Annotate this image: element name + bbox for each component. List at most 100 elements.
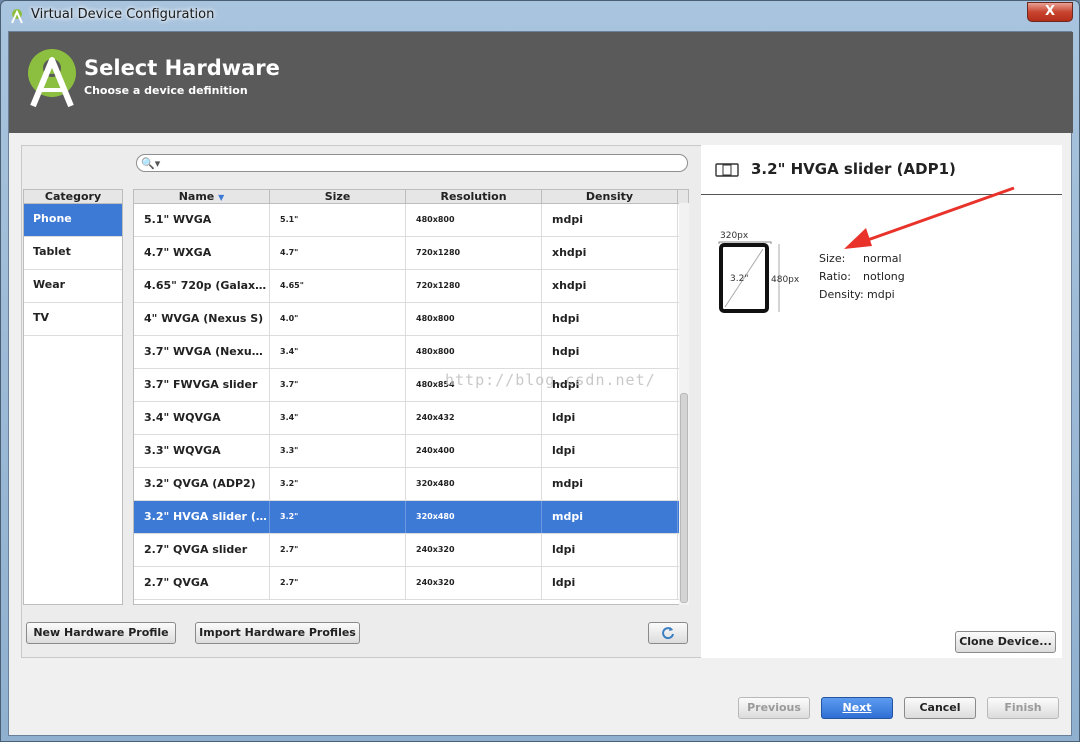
device-name-cell: 3.7" FWVGA slider: [134, 369, 270, 401]
wizard-header: Select Hardware Choose a device definiti…: [9, 32, 1073, 133]
device-icon: [715, 163, 739, 177]
search-input[interactable]: 🔍▾: [136, 154, 688, 172]
column-header-name[interactable]: Name ▼: [134, 190, 270, 203]
device-density-cell: mdpi: [542, 204, 678, 236]
device-name-cell: 2.7" QVGA: [134, 567, 270, 599]
device-resolution-cell: 480x800: [406, 204, 542, 236]
close-button[interactable]: X: [1027, 2, 1073, 22]
device-density-cell: ldpi: [542, 435, 678, 467]
ratio-label: Ratio:: [819, 270, 851, 283]
device-resolution-cell: 480x854: [406, 369, 542, 401]
device-size-cell: 3.3": [270, 435, 406, 467]
table-row[interactable]: 2.7" QVGA 2.7" 240x320 ldpi: [134, 567, 688, 600]
table-row[interactable]: 3.7" FWVGA slider 3.7" 480x854 hdpi: [134, 369, 688, 402]
device-size-cell: 2.7": [270, 567, 406, 599]
new-hardware-profile-button[interactable]: New Hardware Profile: [26, 622, 176, 644]
device-table: Name ▼ Size Resolution Density 5.1" WVGA…: [133, 189, 689, 605]
category-header: Category: [24, 190, 122, 204]
device-name-cell: 3.4" WQVGA: [134, 402, 270, 434]
device-resolution-cell: 320x480: [406, 501, 542, 533]
device-density-cell: mdpi: [542, 501, 678, 533]
column-header-density[interactable]: Density: [542, 190, 678, 203]
device-name-cell: 2.7" QVGA slider: [134, 534, 270, 566]
finish-button[interactable]: Finish: [987, 697, 1059, 719]
device-name-cell: 4" WVGA (Nexus S): [134, 303, 270, 335]
device-density-cell: ldpi: [542, 402, 678, 434]
category-item-tv[interactable]: TV: [24, 303, 122, 336]
device-resolution-cell: 320x480: [406, 468, 542, 500]
device-resolution-cell: 240x400: [406, 435, 542, 467]
table-scrollbar[interactable]: [679, 203, 689, 605]
clone-device-button[interactable]: Clone Device...: [955, 631, 1056, 653]
table-row[interactable]: 2.7" QVGA slider 2.7" 240x320 ldpi: [134, 534, 688, 567]
title-bar: Virtual Device Configuration X: [1, 1, 1079, 31]
device-name-cell: 4.65" 720p (Galaxy ...: [134, 270, 270, 302]
device-resolution-cell: 240x320: [406, 534, 542, 566]
device-name-cell: 3.2" HVGA slider (A...: [134, 501, 270, 533]
category-item-tablet[interactable]: Tablet: [24, 237, 122, 270]
table-header: Name ▼ Size Resolution Density: [134, 190, 688, 204]
density-value: mdpi: [867, 288, 895, 301]
column-header-resolution[interactable]: Resolution: [406, 190, 542, 203]
device-size-cell: 3.7": [270, 369, 406, 401]
device-size-cell: 2.7": [270, 534, 406, 566]
table-row[interactable]: 3.7" WVGA (Nexus ... 3.4" 480x800 hdpi: [134, 336, 688, 369]
device-resolution-cell: 720x1280: [406, 237, 542, 269]
table-row[interactable]: 3.3" WQVGA 3.3" 240x400 ldpi: [134, 435, 688, 468]
device-size-cell: 4.65": [270, 270, 406, 302]
category-item-phone[interactable]: Phone: [24, 204, 122, 237]
device-name-cell: 3.7" WVGA (Nexus ...: [134, 336, 270, 368]
device-size-cell: 4.0": [270, 303, 406, 335]
device-density-cell: ldpi: [542, 534, 678, 566]
red-arrow-annotation: [844, 186, 1015, 249]
refresh-icon: [662, 627, 674, 640]
screen-width-label: 320px: [720, 231, 749, 241]
sort-desc-icon: ▼: [218, 193, 225, 202]
table-row[interactable]: 4.65" 720p (Galaxy ... 4.65" 720x1280 xhdpi: [134, 270, 688, 303]
density-label: Density:: [819, 288, 864, 301]
device-name-cell: 3.2" QVGA (ADP2): [134, 468, 270, 500]
table-row[interactable]: 3.4" WQVGA 3.4" 240x432 ldpi: [134, 402, 688, 435]
search-icon: 🔍▾: [141, 157, 161, 170]
device-density-cell: ldpi: [542, 567, 678, 599]
device-density-cell: xhdpi: [542, 237, 678, 269]
table-body: 5.1" WVGA 5.1" 480x800 mdpi 4.7" WXGA 4.7" 720…: [134, 204, 688, 600]
window-title: Virtual Device Configuration: [31, 7, 215, 22]
table-row[interactable]: 3.2" QVGA (ADP2) 3.2" 320x480 mdpi: [134, 468, 688, 501]
device-density-cell: hdpi: [542, 303, 678, 335]
dialog-client: Select Hardware Choose a device definiti…: [8, 31, 1073, 736]
device-resolution-cell: 240x432: [406, 402, 542, 434]
device-size-cell: 3.2": [270, 501, 406, 533]
device-density-cell: hdpi: [542, 369, 678, 401]
table-row[interactable]: 4.7" WXGA 4.7" 720x1280 xhdpi: [134, 237, 688, 270]
device-size-cell: 4.7": [270, 237, 406, 269]
page-subtitle: Choose a device definition: [84, 84, 248, 97]
device-density-cell: hdpi: [542, 336, 678, 368]
device-resolution-cell: 480x800: [406, 303, 542, 335]
table-row[interactable]: 4" WVGA (Nexus S) 4.0" 480x800 hdpi: [134, 303, 688, 336]
device-title: 3.2" HVGA slider (ADP1): [751, 160, 956, 178]
cancel-button[interactable]: Cancel: [904, 697, 976, 719]
page-title: Select Hardware: [84, 56, 280, 80]
device-name-cell: 5.1" WVGA: [134, 204, 270, 236]
device-name-cell: 3.3" WQVGA: [134, 435, 270, 467]
next-button[interactable]: Next: [821, 697, 893, 719]
device-density-cell: xhdpi: [542, 270, 678, 302]
refresh-button[interactable]: [648, 622, 688, 644]
android-studio-logo-icon: [28, 49, 76, 108]
screen-diagonal-label: 3.2": [730, 274, 749, 284]
category-list: Category Phone Tablet Wear TV: [23, 189, 123, 605]
device-density-cell: mdpi: [542, 468, 678, 500]
table-row[interactable]: 5.1" WVGA 5.1" 480x800 mdpi: [134, 204, 688, 237]
device-size-cell: 3.4": [270, 402, 406, 434]
app-window: Virtual Device Configuration X Select Ha…: [0, 0, 1080, 742]
category-item-wear[interactable]: Wear: [24, 270, 122, 303]
device-size-cell: 3.2": [270, 468, 406, 500]
scrollbar-thumb[interactable]: [680, 393, 688, 603]
column-header-size[interactable]: Size: [270, 190, 406, 203]
previous-button[interactable]: Previous: [738, 697, 810, 719]
import-hardware-profiles-button[interactable]: Import Hardware Profiles: [195, 622, 360, 644]
table-row[interactable]: 3.2" HVGA slider (A... 3.2" 320x480 mdpi: [134, 501, 688, 534]
device-name-cell: 4.7" WXGA: [134, 237, 270, 269]
device-size-cell: 5.1": [270, 204, 406, 236]
